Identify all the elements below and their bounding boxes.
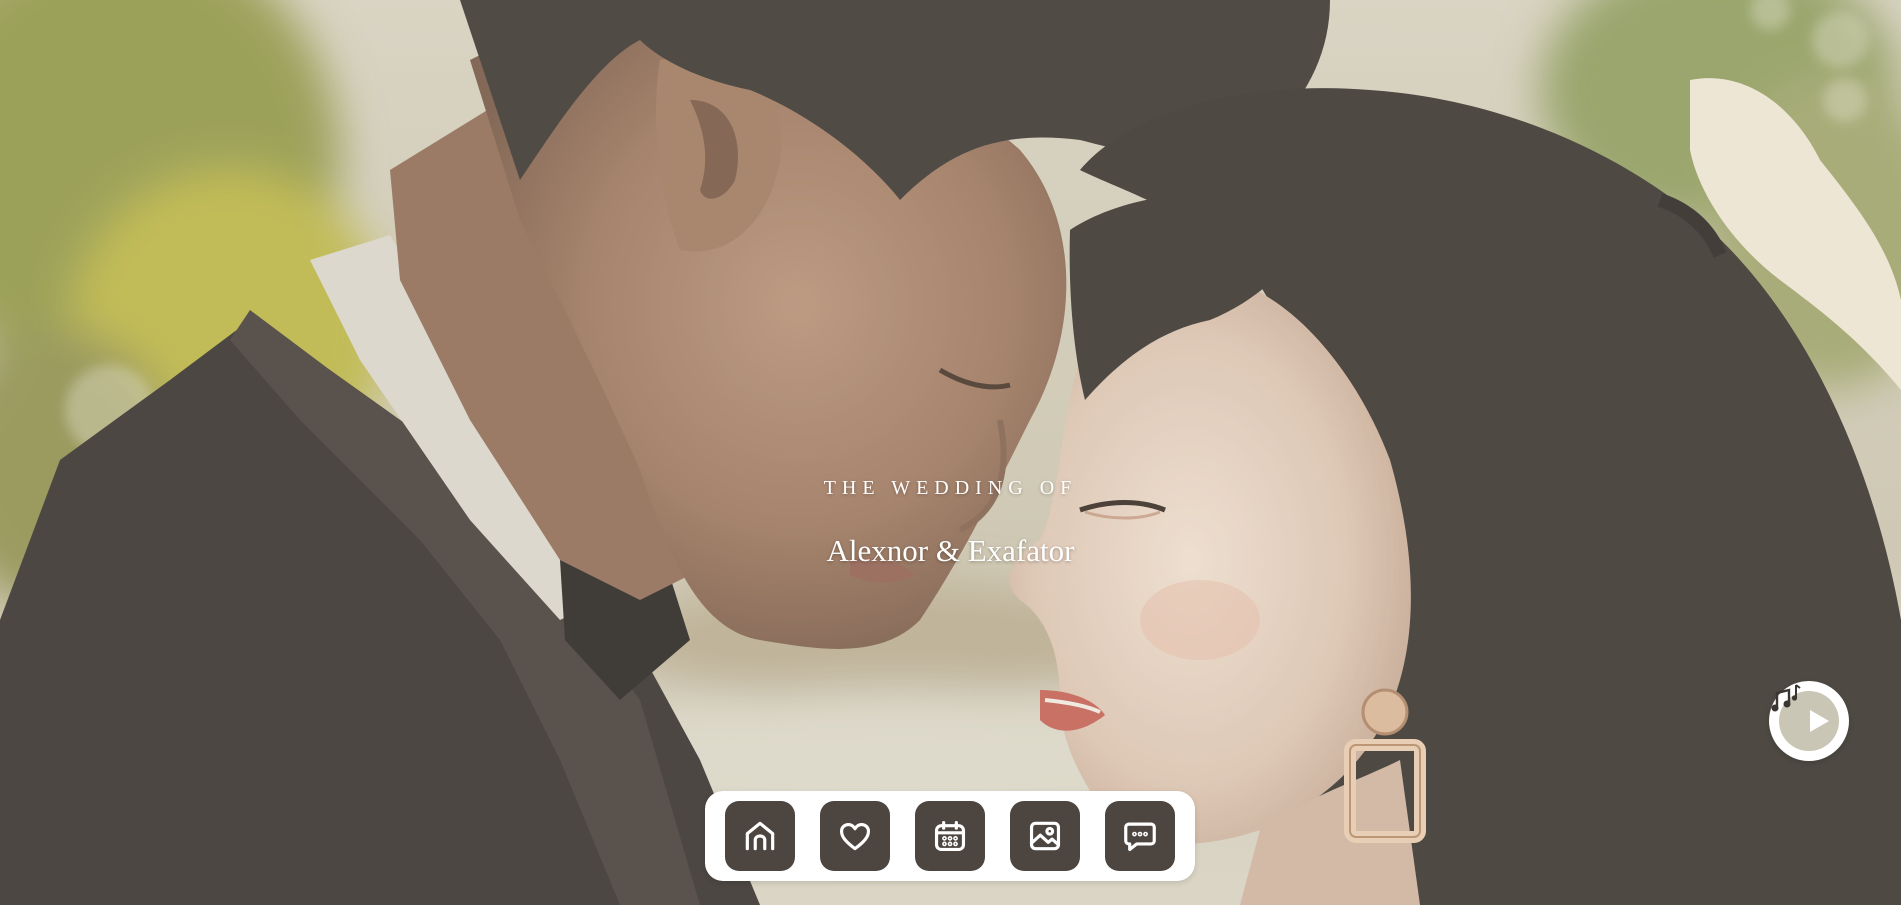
nav-home-button[interactable]	[725, 801, 795, 871]
hero-heading: THE WEDDING OF Alexnor & Exafator	[0, 470, 1901, 571]
nav-couple-button[interactable]	[820, 801, 890, 871]
nav-event-button[interactable]	[915, 801, 985, 871]
nav-wishes-button[interactable]	[1105, 801, 1175, 871]
music-notes-icon	[1771, 684, 1801, 712]
couple-photo	[0, 0, 1901, 905]
calendar-icon	[934, 820, 966, 852]
home-icon	[745, 821, 775, 851]
wedding-subtitle: THE WEDDING OF	[823, 477, 1078, 499]
bottom-nav	[705, 791, 1195, 881]
couple-names: Alexnor & Exafator	[826, 533, 1075, 568]
play-icon	[1810, 710, 1829, 732]
chat-bubble-icon	[1124, 822, 1156, 852]
nav-gallery-button[interactable]	[1010, 801, 1080, 871]
music-toggle-button[interactable]	[1769, 681, 1849, 761]
gallery-icon	[1029, 821, 1061, 851]
wedding-invitation-page: THE WEDDING OF Alexnor & Exafator	[0, 0, 1901, 905]
heart-icon	[839, 823, 871, 851]
